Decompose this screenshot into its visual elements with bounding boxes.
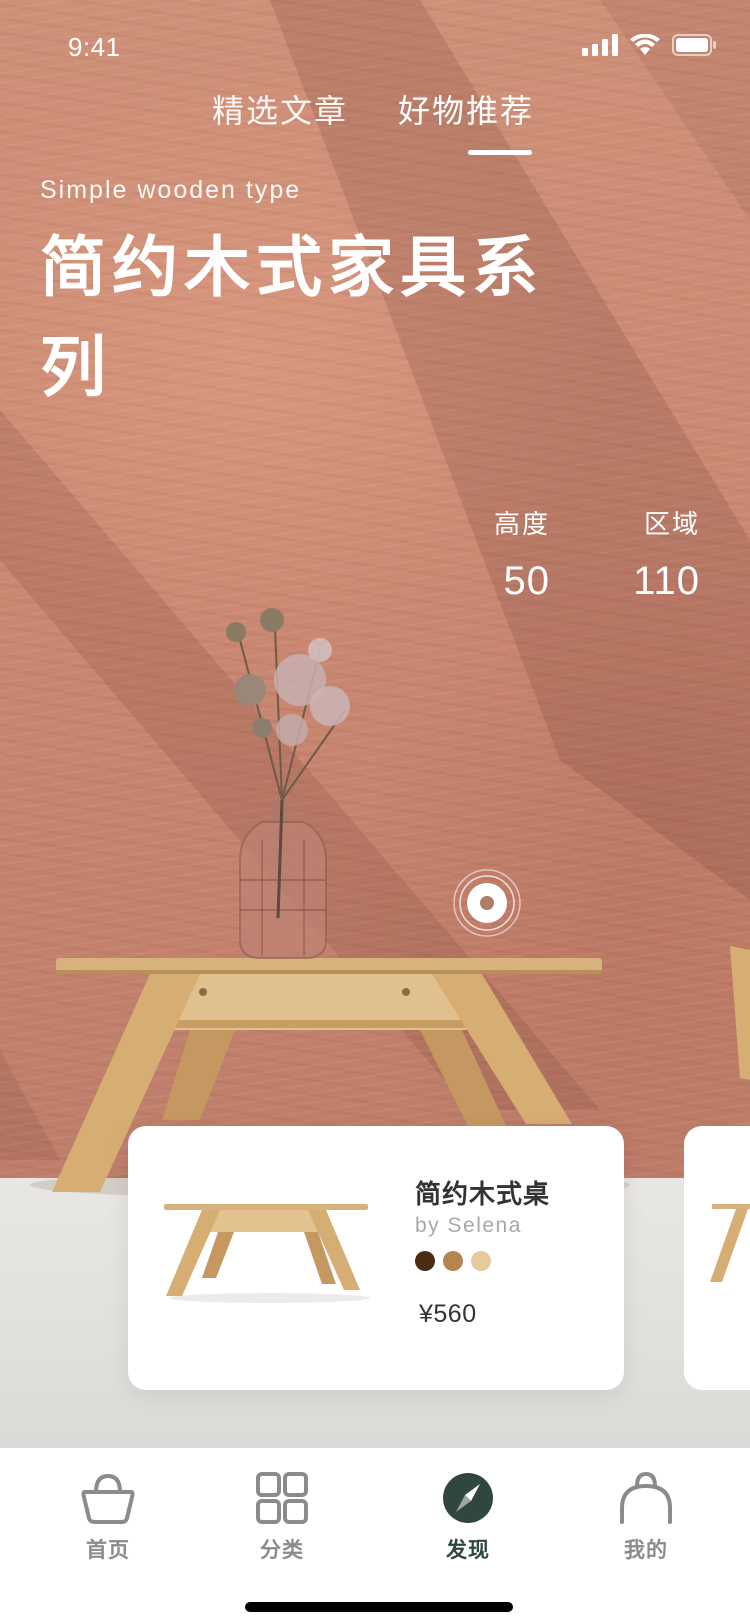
active-tab-indicator [468, 150, 532, 155]
battery-icon [672, 34, 716, 56]
wifi-icon [630, 34, 660, 55]
color-swatch-medium[interactable] [443, 1251, 463, 1271]
color-swatches [415, 1251, 491, 1271]
home-indicator [245, 1602, 513, 1612]
compass-icon [443, 1473, 493, 1523]
status-time: 9:41 [68, 32, 121, 62]
next-product-card[interactable] [684, 1126, 750, 1390]
product-card[interactable]: 简约木式桌 by Selena ¥560 [128, 1126, 624, 1390]
product-author: by Selena [415, 1214, 522, 1237]
nav-category[interactable]: 分类 [222, 1468, 342, 1564]
stat-height-label: 高度 [493, 510, 550, 540]
stat-area: 区域 110 [580, 504, 700, 604]
nav-category-label: 分类 [260, 1538, 304, 1562]
color-swatch-light[interactable] [471, 1251, 491, 1271]
tab-recommended-goods[interactable]: 好物推荐 [398, 86, 534, 132]
product-table-image [164, 1204, 370, 1303]
status-icons [582, 34, 716, 56]
product-name: 简约木式桌 [415, 1180, 551, 1210]
nav-discover-label: 发现 [446, 1538, 490, 1562]
product-hotspot-icon[interactable] [452, 868, 522, 938]
user-bag-icon [620, 1471, 672, 1524]
nav-mine[interactable]: 我的 [586, 1468, 706, 1564]
tab-featured-articles[interactable]: 精选文章 [212, 86, 348, 132]
nav-home[interactable]: 首页 [48, 1468, 168, 1564]
grid-icon [256, 1472, 308, 1524]
shopping-basket-icon [81, 1473, 135, 1524]
nav-home-label: 首页 [86, 1538, 130, 1562]
signal-icon [582, 34, 618, 56]
next-product-image [710, 1204, 750, 1282]
nav-discover[interactable]: 发现 [408, 1468, 528, 1564]
hero-title: 简约木式家具系列 [40, 229, 544, 406]
nav-mine-label: 我的 [624, 1538, 668, 1562]
color-swatch-dark[interactable] [415, 1251, 435, 1271]
product-price: ¥560 [419, 1300, 477, 1328]
discover-screen: 9:41 精选文章 好物推荐 Simple wooden type 简约木式家具… [0, 0, 750, 1624]
stat-height-value: 50 [503, 559, 550, 603]
stat-area-value: 110 [633, 559, 700, 603]
bottom-nav: 首页 分类 发现 我的 [0, 1448, 750, 1624]
hero-subtitle: Simple wooden type [40, 176, 302, 204]
top-tabs: 精选文章 好物推荐 [0, 86, 750, 166]
stat-height: 高度 50 [430, 504, 550, 604]
stat-area-label: 区域 [643, 510, 700, 540]
status-bar: 9:41 [0, 0, 750, 96]
